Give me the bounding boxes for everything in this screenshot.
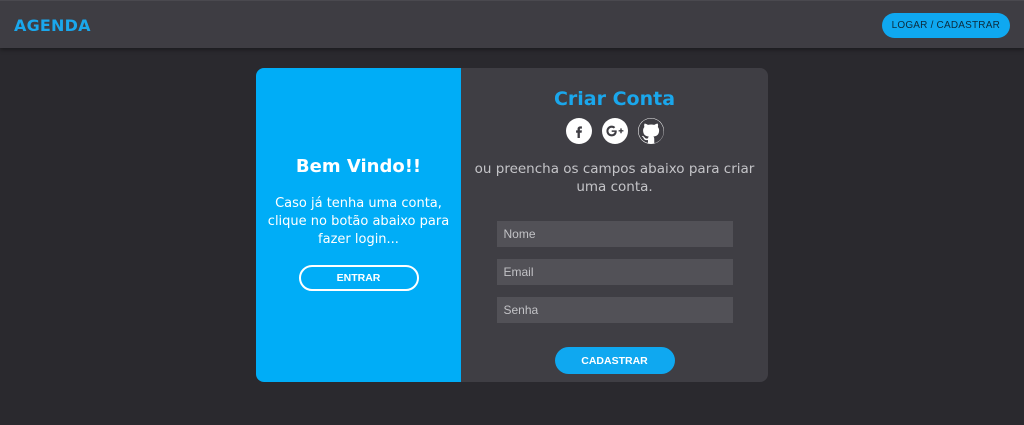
welcome-message: Caso já tenha uma conta, clique no botão… [267,196,450,247]
signup-title: Criar Conta [553,88,676,110]
welcome-title: Bem Vindo!! [295,156,422,177]
register-button[interactable]: CADASTRAR [554,347,675,374]
github-icon[interactable] [637,118,664,144]
login-register-button[interactable]: LOGAR / CADASTRAR [881,13,1010,38]
facebook-icon[interactable] [565,118,592,144]
auth-card: Bem Vindo!! Caso já tenha uma conta, cli… [256,68,768,382]
social-login-group [565,118,664,144]
signup-panel: Criar Conta ou preencha os campos abaixo… [461,68,768,382]
name-field[interactable] [496,221,733,247]
signup-subtitle: ou preencha os campos abaixo para criar … [474,161,755,195]
password-field[interactable] [496,297,733,323]
welcome-panel: Bem Vindo!! Caso já tenha uma conta, cli… [256,68,461,382]
brand-logo[interactable]: AGENDA [14,16,91,35]
enter-button[interactable]: ENTRAR [298,265,419,291]
top-navbar: AGENDA LOGAR / CADASTRAR [0,0,1024,48]
email-field[interactable] [496,259,733,285]
google-plus-icon[interactable] [601,118,628,144]
